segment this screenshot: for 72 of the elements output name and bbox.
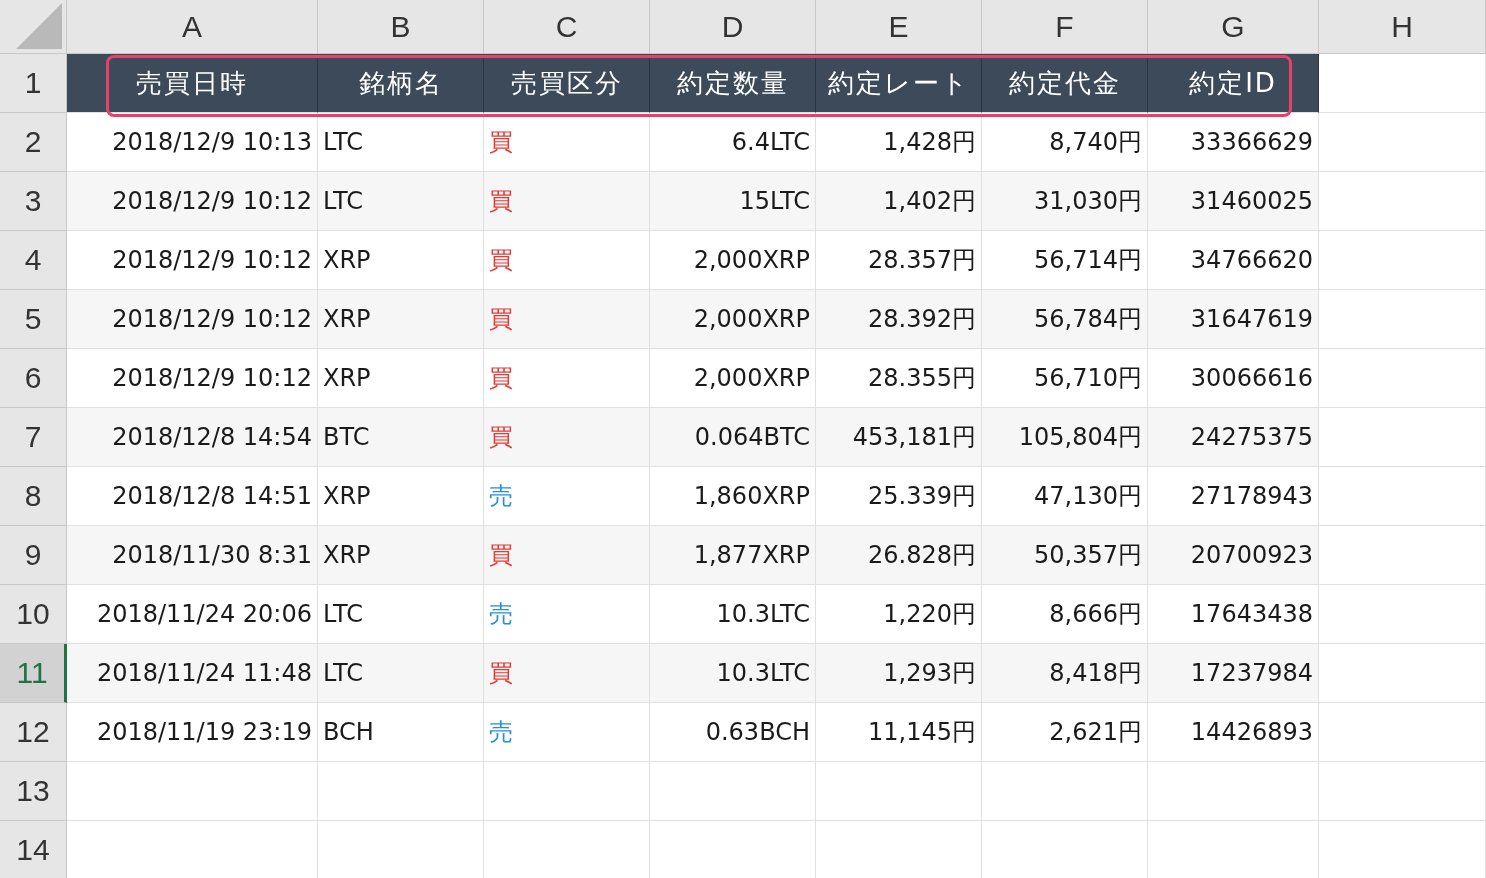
row-header[interactable]: 4 xyxy=(0,231,67,290)
table-cell: 56,784円 xyxy=(982,290,1148,349)
header-cell: 銘柄名 xyxy=(318,54,484,113)
table-cell: 453,181円 xyxy=(816,408,982,467)
table-cell: 24275375 xyxy=(1148,408,1319,467)
row-header[interactable]: 10 xyxy=(0,585,67,644)
column-header[interactable]: G xyxy=(1148,0,1319,54)
table-cell: 31460025 xyxy=(1148,172,1319,231)
row-header[interactable]: 7 xyxy=(0,408,67,467)
row-header[interactable]: 3 xyxy=(0,172,67,231)
column-header[interactable]: C xyxy=(484,0,650,54)
table-cell: LTC xyxy=(318,644,484,703)
table-cell: 買 xyxy=(484,644,650,703)
table-cell: 105,804円 xyxy=(982,408,1148,467)
table-cell: 11,145円 xyxy=(816,703,982,762)
table-cell: 2018/11/19 23:19 xyxy=(67,703,318,762)
table-cell: 20700923 xyxy=(1148,526,1319,585)
table-cell: XRP xyxy=(318,526,484,585)
row-header[interactable]: 8 xyxy=(0,467,67,526)
table-cell: BCH xyxy=(318,703,484,762)
table-cell: 50,357円 xyxy=(982,526,1148,585)
table-cell: 2018/12/8 14:54 xyxy=(67,408,318,467)
row-header[interactable]: 1 xyxy=(0,54,67,113)
row-header[interactable]: 14 xyxy=(0,821,67,878)
header-cell: 約定レート xyxy=(816,54,982,113)
table-cell: BTC xyxy=(318,408,484,467)
row-header[interactable]: 13 xyxy=(0,762,67,821)
table-cell: XRP xyxy=(318,290,484,349)
table-cell: 2,621円 xyxy=(982,703,1148,762)
table-cell: 2018/11/24 11:48 xyxy=(67,644,318,703)
table-cell: 14426893 xyxy=(1148,703,1319,762)
table-cell: 1,402円 xyxy=(816,172,982,231)
table-cell: 17237984 xyxy=(1148,644,1319,703)
table-cell: 買 xyxy=(484,290,650,349)
table-cell: 1,293円 xyxy=(816,644,982,703)
table-cell: 買 xyxy=(484,526,650,585)
table-cell: 2018/12/9 10:12 xyxy=(67,172,318,231)
column-header[interactable]: A xyxy=(67,0,318,54)
table-cell: 31647619 xyxy=(1148,290,1319,349)
table-cell: 26.828円 xyxy=(816,526,982,585)
table-cell: 0.63BCH xyxy=(650,703,816,762)
table-cell: 15LTC xyxy=(650,172,816,231)
table-cell: 買 xyxy=(484,408,650,467)
table-cell: 2018/12/9 10:12 xyxy=(67,290,318,349)
table-cell: 28.392円 xyxy=(816,290,982,349)
row-header[interactable]: 5 xyxy=(0,290,67,349)
table-cell: 1,877XRP xyxy=(650,526,816,585)
row-header[interactable]: 6 xyxy=(0,349,67,408)
header-cell: 約定数量 xyxy=(650,54,816,113)
column-header[interactable]: D xyxy=(650,0,816,54)
header-cell: 約定ID xyxy=(1148,54,1319,113)
column-header[interactable]: F xyxy=(982,0,1148,54)
row-header[interactable]: 9 xyxy=(0,526,67,585)
table-cell: 8,418円 xyxy=(982,644,1148,703)
header-cell: 売買区分 xyxy=(484,54,650,113)
column-header[interactable]: E xyxy=(816,0,982,54)
table-cell: 売 xyxy=(484,703,650,762)
table-cell: 2018/11/30 8:31 xyxy=(67,526,318,585)
table-cell: 10.3LTC xyxy=(650,644,816,703)
header-cell: 売買日時 xyxy=(67,54,318,113)
column-header[interactable]: H xyxy=(1319,0,1486,54)
table-cell: LTC xyxy=(318,172,484,231)
table-cell: 31,030円 xyxy=(982,172,1148,231)
column-header[interactable]: B xyxy=(318,0,484,54)
table-cell: 0.064BTC xyxy=(650,408,816,467)
select-all-icon[interactable] xyxy=(16,3,62,49)
header-cell: 約定代金 xyxy=(982,54,1148,113)
row-header[interactable]: 12 xyxy=(0,703,67,762)
table-cell: 2,000XRP xyxy=(650,290,816,349)
row-header[interactable]: 2 xyxy=(0,113,67,172)
table-cell: 買 xyxy=(484,172,650,231)
row-header[interactable]: 11 xyxy=(0,644,67,703)
